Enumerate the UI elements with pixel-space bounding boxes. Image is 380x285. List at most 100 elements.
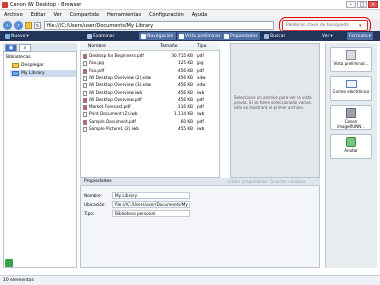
file-name: Print Document (2).iwb: [89, 111, 138, 117]
tree-item-my-library[interactable]: My Library: [21, 71, 45, 76]
edit-properties-button[interactable]: Editar propiedades: [228, 179, 268, 184]
preview-button[interactable]: Vista preliminar: [177, 32, 223, 40]
file-size: 455 KB: [178, 126, 193, 131]
action-imagerunner[interactable]: Canon imageRUNN...: [330, 105, 372, 130]
prop-value-type[interactable]: Biblioteca personal: [112, 210, 190, 217]
navigation-icon: [141, 33, 146, 39]
browse-button[interactable]: Examinar: [85, 32, 116, 40]
folder-icon: [12, 63, 19, 68]
file-type-icon: [83, 119, 87, 125]
up-folder-icon[interactable]: [25, 22, 32, 29]
action-annotate[interactable]: Anotar: [330, 134, 372, 159]
new-button[interactable]: Nuevo ▾: [3, 32, 31, 40]
file-size: 456 KB: [178, 82, 193, 88]
file-type-icon: [83, 97, 87, 103]
file-type: pdf: [197, 118, 204, 124]
preview-message: Seleccione un archivo para ver la vista …: [234, 95, 312, 110]
menu-compartida[interactable]: Compartida: [70, 12, 99, 18]
file-type: pdf: [197, 67, 204, 73]
tree-root[interactable]: Bibliotecas: [6, 55, 31, 60]
save-changes-button[interactable]: Guardar cambios: [270, 179, 306, 184]
file-name: Sample Picture1 (2).iwb: [89, 126, 139, 131]
email-icon: [345, 80, 357, 88]
refresh-icon[interactable]: ↻: [34, 22, 41, 29]
file-type-icon: [83, 54, 87, 59]
minimize-button[interactable]: –: [346, 1, 356, 8]
file-name: Fax.jpg: [89, 60, 104, 66]
file-size: 30.715 KB: [171, 53, 193, 58]
col-size[interactable]: Tamaño: [160, 44, 178, 49]
col-name[interactable]: Nombre: [88, 44, 106, 49]
file-row[interactable]: iW Desktop Overview.iwb 456 KB iwb: [83, 90, 218, 97]
menu-editar[interactable]: Editar: [31, 12, 46, 18]
tab-search[interactable]: ⌕: [19, 44, 31, 52]
file-row[interactable]: Sample Document.pdf 60 KB pdf: [83, 119, 218, 126]
file-size: 60 KB: [180, 118, 193, 124]
action-preview[interactable]: Vista preliminar...: [330, 47, 372, 72]
file-type-icon: [83, 75, 87, 81]
file-size: 456 KB: [178, 89, 193, 95]
preview-icon: [179, 33, 184, 39]
properties-title: Propiedades: [84, 179, 112, 184]
file-type-icon: [83, 127, 87, 132]
maximize-button[interactable]: □: [357, 1, 367, 8]
library-icon: [12, 71, 19, 76]
path-field[interactable]: file:///C:/Users/user/Documents/My Libra…: [44, 21, 274, 30]
menu-herramientas[interactable]: Herramientas: [107, 12, 141, 18]
menu-archivo[interactable]: Archivo: [4, 12, 23, 18]
file-type-icon: [83, 83, 87, 89]
file-type: pdf: [197, 104, 204, 110]
prop-label-name: Nombre:: [84, 193, 103, 198]
file-type-icon: [83, 61, 87, 67]
tree-item-desplegar[interactable]: Desplegar: [21, 63, 44, 68]
file-row[interactable]: Fax.jpg 125 KB jpg: [83, 60, 218, 67]
preview-pane: [230, 43, 320, 178]
file-type: pdf: [197, 53, 204, 58]
window-title: Canon iW Desktop - Browser: [10, 2, 82, 8]
prop-value-name[interactable]: My Library: [112, 192, 190, 199]
file-row[interactable]: Market Forecast.pdf 116 KB pdf: [83, 104, 218, 111]
file-row[interactable]: iW Desktop Overview.pdf 456 KB pdf: [83, 97, 218, 104]
action-email[interactable]: Correo electrónico: [330, 76, 372, 101]
file-name: Market Forecast.pdf: [89, 104, 131, 110]
file-row[interactable]: iW Desktop Overview (3).xdw 456 KB xdw: [83, 82, 218, 89]
properties-icon: [224, 33, 229, 39]
file-name: Sample Document.pdf: [89, 118, 136, 124]
file-name: iW Desktop Overview.iwb: [89, 89, 143, 95]
window-controls: – □ ×: [346, 1, 378, 8]
file-size: 125 KB: [178, 60, 193, 66]
file-size: 456 KB: [178, 74, 193, 80]
search-button[interactable]: Buscar: [262, 32, 287, 40]
col-type[interactable]: Tipo: [197, 44, 206, 49]
file-size: 456 KB: [178, 96, 193, 102]
file-row[interactable]: Print Document (2).iwb 1.114 KB iwb: [83, 111, 218, 118]
menu-ver[interactable]: Ver: [54, 12, 62, 18]
forward-button[interactable]: ›: [14, 21, 23, 30]
menu-ayuda[interactable]: Ayuda: [192, 12, 207, 18]
file-row[interactable]: Fax.pdf 456 KB pdf: [83, 68, 218, 75]
file-row[interactable]: Sample Picture1 (2).iwb 455 KB iwb: [83, 126, 218, 133]
tab-libraries[interactable]: ▣: [5, 44, 17, 52]
close-button[interactable]: ×: [368, 1, 378, 8]
format-button[interactable]: Formato ▾: [347, 32, 373, 40]
search-icon: [264, 33, 269, 39]
file-row[interactable]: iW Desktop Overview (2).xdw 456 KB xdw: [83, 75, 218, 82]
file-row[interactable]: Desktop for Beginners.pdf 30.715 KB pdf: [83, 53, 218, 60]
file-type: iwb: [197, 111, 205, 117]
file-size: 116 KB: [178, 104, 193, 110]
navigation-button[interactable]: Navegación: [139, 32, 176, 40]
file-name: iW Desktop Overview (2).xdw: [89, 74, 152, 80]
menu-configuracion[interactable]: Configuración: [149, 12, 184, 18]
back-button[interactable]: ‹: [3, 21, 12, 30]
file-size: 1.114 KB: [174, 111, 193, 117]
properties-button[interactable]: Propiedades: [222, 32, 260, 40]
view-button[interactable]: Ver ▾: [320, 32, 335, 40]
prop-value-location[interactable]: file:///C:/Users/user/Documents/My: [112, 201, 190, 208]
file-type: iwb: [197, 126, 205, 131]
file-type-icon: [83, 105, 87, 111]
monitor-icon: [346, 50, 356, 60]
file-type-icon: [83, 112, 87, 118]
browse-icon: [87, 33, 92, 39]
printer-icon: [346, 108, 356, 118]
new-icon: [5, 33, 10, 39]
